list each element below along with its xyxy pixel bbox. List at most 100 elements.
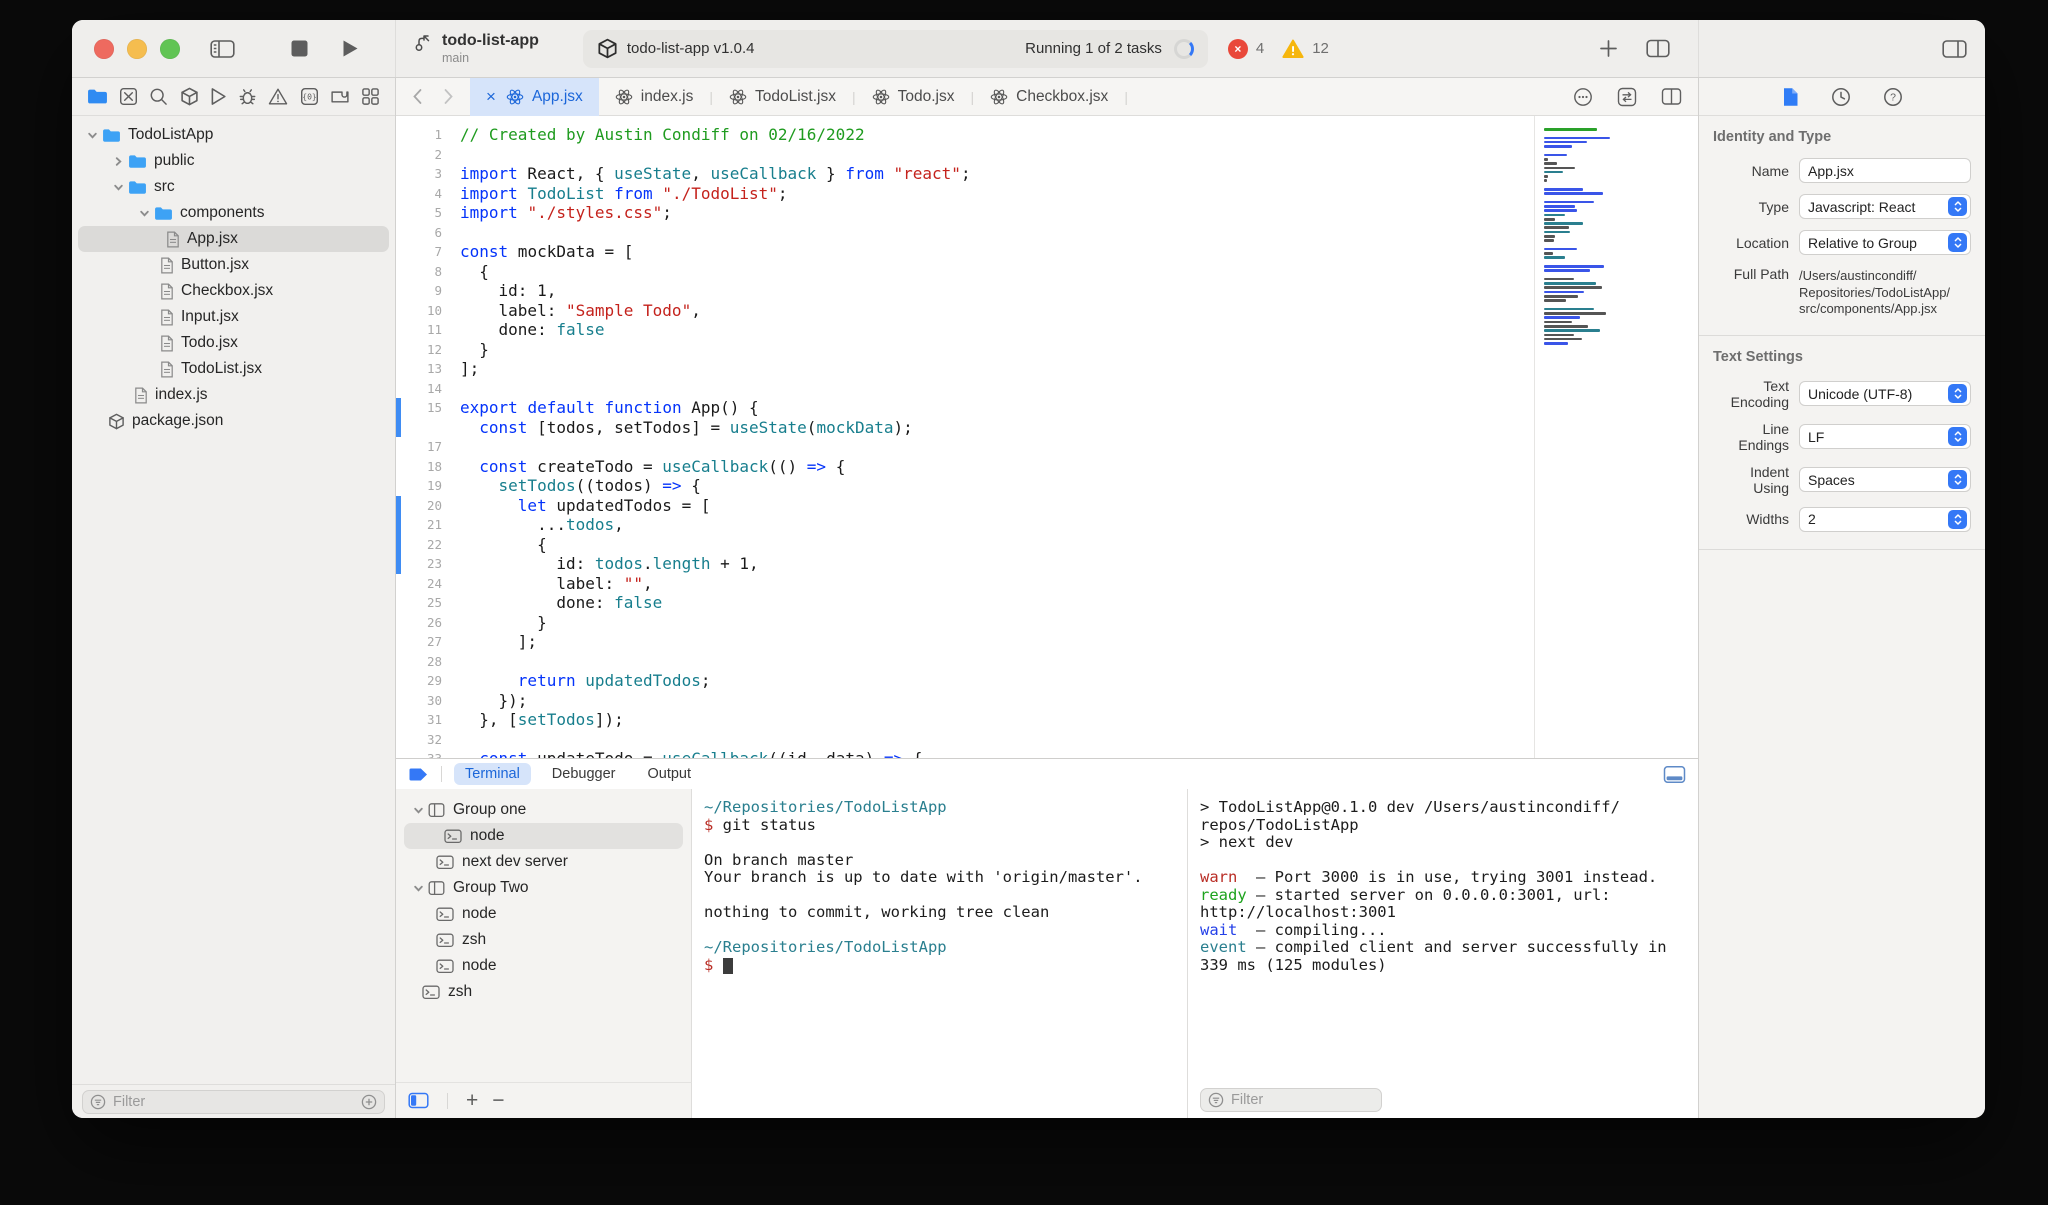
code-line-33[interactable]: 33 const updateTodo = useCallback((id, d… <box>396 749 1534 758</box>
code-line-31[interactable]: 31 }, [setTodos]); <box>396 710 1534 730</box>
code-line-32[interactable]: 32 <box>396 730 1534 750</box>
toggle-terminal-sidebar-icon[interactable] <box>408 1092 429 1109</box>
issue-badges[interactable]: × 4 12 <box>1227 38 1329 59</box>
tree-item-button-jsx[interactable]: Button.jsx <box>72 252 395 278</box>
tree-item-input-jsx[interactable]: Input.jsx <box>72 304 395 330</box>
code-line-15[interactable]: 15 export default function App() { <box>396 398 1534 418</box>
tab-index-js[interactable]: index.js <box>599 78 710 116</box>
swap-editor-icon[interactable] <box>1617 87 1637 107</box>
tab-app-jsx[interactable]: × App.jsx <box>470 77 599 116</box>
toggle-sidebar-icon[interactable] <box>210 39 235 59</box>
chevron-down-icon[interactable] <box>408 805 428 816</box>
terminal-2[interactable]: > TodoListApp@0.1.0 dev /Users/austincon… <box>1188 789 1698 1082</box>
minimap[interactable] <box>1534 116 1698 758</box>
bottom-tab-debugger[interactable]: Debugger <box>541 763 627 785</box>
add-editor-icon[interactable] <box>1599 39 1618 58</box>
code-line-6[interactable]: 6 <box>396 223 1534 243</box>
code-editor[interactable]: 1// Created by Austin Condiff on 02/16/2… <box>396 116 1534 758</box>
type-select[interactable]: Javascript: React <box>1799 194 1971 219</box>
tree-item-app-jsx[interactable]: App.jsx <box>78 226 389 252</box>
help-inspector-icon[interactable]: ? <box>1883 87 1903 107</box>
terminal-group-item-group-two[interactable]: Group Two <box>396 875 691 901</box>
code-line-23[interactable]: 23 id: todos.length + 1, <box>396 554 1534 574</box>
zoom-window-button[interactable] <box>160 38 180 59</box>
chevron-down-icon[interactable] <box>82 130 102 141</box>
code-line-2[interactable]: 2 <box>396 145 1534 165</box>
code-line-1[interactable]: 1// Created by Austin Condiff on 02/16/2… <box>396 125 1534 145</box>
chevron-right-icon[interactable] <box>108 156 128 167</box>
split-editor-icon[interactable] <box>1646 39 1670 58</box>
terminal-group-item-next-dev-server[interactable]: next dev server <box>396 849 691 875</box>
indent-using-select[interactable]: Spaces <box>1799 467 1971 492</box>
tree-item-public[interactable]: public <box>72 148 395 174</box>
code-line-11[interactable]: 11 done: false <box>396 320 1534 340</box>
file-inspector-icon[interactable] <box>1782 87 1799 107</box>
collapse-panel-icon[interactable] <box>1663 765 1686 784</box>
debug-navigator-icon[interactable] <box>238 87 257 106</box>
tree-item-todo-jsx[interactable]: Todo.jsx <box>72 330 395 356</box>
toggle-inspector-icon[interactable] <box>1942 39 1967 59</box>
terminal-group-item-node[interactable]: node <box>396 953 691 979</box>
code-line-7[interactable]: 7 const mockData = [ <box>396 242 1534 262</box>
code-line-25[interactable]: 25 done: false <box>396 593 1534 613</box>
code-line-30[interactable]: 30 }); <box>396 691 1534 711</box>
code-line-29[interactable]: 29 return updatedTodos; <box>396 671 1534 691</box>
forward-icon[interactable] <box>443 88 454 105</box>
bottom-tab-output[interactable]: Output <box>636 763 702 785</box>
terminal-group-item-node[interactable]: node <box>404 823 683 849</box>
add-filter-icon[interactable] <box>361 1094 377 1110</box>
code-line-4[interactable]: 4 import TodoList from "./TodoList"; <box>396 184 1534 204</box>
split-view-icon[interactable] <box>1661 87 1682 106</box>
code-line-10[interactable]: 10 label: "Sample Todo", <box>396 301 1534 321</box>
symbols-navigator-icon[interactable]: {0} <box>300 87 319 106</box>
issues-navigator-icon[interactable] <box>268 87 288 106</box>
code-line-28[interactable]: 28 <box>396 652 1534 672</box>
run-task-button[interactable] <box>342 39 359 58</box>
extensions-navigator-icon[interactable] <box>330 87 350 106</box>
stop-task-button[interactable] <box>291 40 308 57</box>
tree-item-checkbox-jsx[interactable]: Checkbox.jsx <box>72 278 395 304</box>
code-line-26[interactable]: 26 } <box>396 613 1534 633</box>
bottom-tab-terminal[interactable]: Terminal <box>454 763 531 785</box>
project-navigator-icon[interactable] <box>87 88 108 105</box>
back-icon[interactable] <box>412 88 423 105</box>
line-endings-select[interactable]: LF <box>1799 424 1971 449</box>
code-line-8[interactable]: 8 { <box>396 262 1534 282</box>
search-navigator-icon[interactable] <box>149 87 168 106</box>
code-line-17[interactable]: 17 <box>396 437 1534 457</box>
tree-item-todolistapp[interactable]: TodoListApp <box>72 122 395 148</box>
remove-terminal-button[interactable]: − <box>492 1090 504 1111</box>
tree-item-src[interactable]: src <box>72 174 395 200</box>
hierarchy-navigator-icon[interactable] <box>361 87 380 106</box>
code-line-18[interactable]: 18 const createTodo = useCallback(() => … <box>396 457 1534 477</box>
tab-todo-jsx[interactable]: Todo.jsx <box>856 78 971 116</box>
code-line-13[interactable]: 13]; <box>396 359 1534 379</box>
code-line-3[interactable]: 3 import React, { useState, useCallback }… <box>396 164 1534 184</box>
code-line-14[interactable]: 14 <box>396 379 1534 399</box>
tree-item-package-json[interactable]: package.json <box>72 408 395 434</box>
tree-item-components[interactable]: components <box>72 200 395 226</box>
terminal-1[interactable]: ~/Repositories/TodoListApp $ git status O… <box>692 789 1188 1082</box>
chevron-down-icon[interactable] <box>134 208 154 219</box>
navigator-filter-input[interactable]: Filter <box>82 1089 385 1114</box>
add-terminal-button[interactable]: + <box>466 1090 478 1111</box>
code-line-20[interactable]: 20 let updatedTodos = [ <box>396 495 1534 516</box>
location-select[interactable]: Relative to Group <box>1799 230 1971 255</box>
tab-checkbox-jsx[interactable]: Checkbox.jsx <box>974 78 1124 116</box>
tree-item-index-js[interactable]: index.js <box>72 382 395 408</box>
code-line-9[interactable]: 9 id: 1, <box>396 281 1534 301</box>
tree-item-todolist-jsx[interactable]: TodoList.jsx <box>72 356 395 382</box>
chevron-down-icon[interactable] <box>408 883 428 894</box>
chevron-down-icon[interactable] <box>108 182 128 193</box>
source-control-navigator-icon[interactable] <box>119 87 138 106</box>
history-inspector-icon[interactable] <box>1831 87 1851 107</box>
code-line-12[interactable]: 12 } <box>396 340 1534 360</box>
activity-status-pill[interactable]: todo-list-app v1.0.4 Running 1 of 2 task… <box>582 29 1208 68</box>
terminal-group-item-group-one[interactable]: Group one <box>396 797 691 823</box>
name-input[interactable]: App.jsx <box>1799 158 1971 183</box>
code-line-24[interactable]: 24 label: "", <box>396 574 1534 594</box>
encoding-select[interactable]: Unicode (UTF-8) <box>1799 381 1971 406</box>
code-line-22[interactable]: 22 { <box>396 534 1534 555</box>
run-navigator-icon[interactable] <box>210 87 227 106</box>
minimize-window-button[interactable] <box>127 38 147 59</box>
